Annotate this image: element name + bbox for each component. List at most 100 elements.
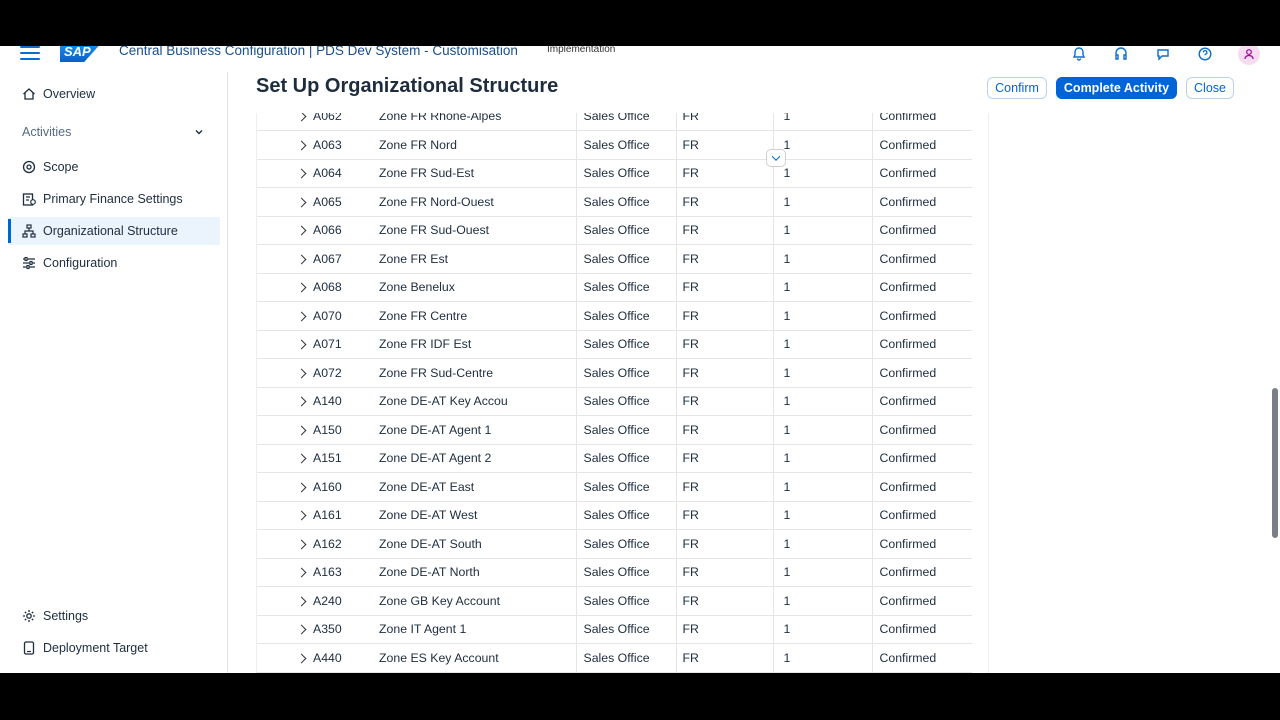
chevron-right-icon[interactable] — [296, 140, 307, 151]
chevron-right-icon[interactable] — [296, 624, 307, 635]
sidebar-item-deployment-target[interactable]: Deployment Target — [8, 634, 220, 662]
chevron-down-icon — [195, 130, 203, 135]
cell-status: Confirmed — [872, 113, 972, 131]
table-row[interactable]: A067 Zone FR Est Sales Office FR 1 Confirmed — [257, 244, 972, 274]
table-row[interactable]: A065 Zone FR Nord-Ouest Sales Office FR 1 Con… — [257, 187, 972, 217]
page-scrollbar[interactable] — [1272, 388, 1278, 538]
cell-status: Confirmed — [872, 615, 972, 644]
table-row[interactable]: A162 Zone DE-AT South Sales Office FR 1 Confi… — [257, 529, 972, 559]
cell-level: 1 — [773, 444, 873, 473]
chevron-right-icon[interactable] — [296, 453, 307, 464]
sidebar-item-overview[interactable]: Overview — [8, 80, 220, 108]
user-icon[interactable] — [1238, 46, 1260, 65]
cell-level: 1 — [773, 472, 873, 502]
cell-status: Confirmed — [872, 244, 972, 274]
cell-status: Confirmed — [872, 558, 972, 587]
cell-level: 1 — [773, 273, 873, 302]
cell-country: FR — [676, 130, 774, 160]
chevron-right-icon[interactable] — [296, 282, 307, 293]
confirm-button[interactable]: Confirm — [987, 77, 1047, 99]
cell-id: A160 — [313, 472, 373, 502]
chevron-right-icon[interactable] — [296, 168, 307, 179]
chevron-right-icon[interactable] — [296, 113, 307, 122]
table-row[interactable]: A064 Zone FR Sud-Est Sales Office FR 1 Confir… — [257, 159, 972, 188]
chevron-right-icon[interactable] — [296, 653, 307, 664]
menu-icon[interactable] — [20, 46, 40, 60]
table-row[interactable]: A151 Zone DE-AT Agent 2 Sales Office FR 1 Con… — [257, 444, 972, 473]
sidebar-item-label: Deployment Target — [43, 641, 148, 655]
chevron-right-icon[interactable] — [296, 311, 307, 322]
cell-country: FR — [676, 358, 774, 388]
table-row[interactable]: A440 Zone ES Key Account Sales Office FR 1 Co… — [257, 643, 972, 673]
sidebar: Overview Activities Scope Primary Financ… — [0, 72, 228, 673]
cell-country: FR — [676, 615, 774, 644]
cell-name: Zone IT Agent 1 — [373, 615, 577, 644]
bell-icon[interactable] — [1070, 46, 1088, 63]
cell-id: A071 — [313, 330, 373, 359]
chevron-right-icon[interactable] — [296, 339, 307, 350]
sidebar-item-label: Scope — [43, 160, 79, 174]
table-row[interactable]: A063 Zone FR Nord Sales Office FR 1 Confirmed — [257, 130, 972, 160]
sidebar-item-primary-finance-settings[interactable]: Primary Finance Settings — [8, 185, 220, 213]
finance-icon — [22, 192, 36, 206]
sidebar-item-scope[interactable]: Scope — [8, 153, 220, 181]
chevron-right-icon[interactable] — [296, 482, 307, 493]
cell-type: Sales Office — [576, 187, 677, 217]
chevron-right-icon[interactable] — [296, 510, 307, 521]
table-row[interactable]: A140 Zone DE-AT Key Accou Sales Office FR 1 C… — [257, 387, 972, 416]
sidebar-item-settings[interactable]: Settings — [8, 602, 220, 630]
scroll-down-button[interactable] — [766, 149, 786, 167]
cell-country: FR — [676, 330, 774, 359]
chevron-down-icon — [771, 152, 781, 161]
cell-type: Sales Office — [576, 529, 677, 559]
sidebar-item-label: Configuration — [43, 256, 118, 270]
cell-name: Zone ES Key Account — [373, 643, 577, 673]
table-row[interactable]: A161 Zone DE-AT West Sales Office FR 1 Confir… — [257, 501, 972, 530]
complete-activity-button[interactable]: Complete Activity — [1055, 77, 1178, 99]
table-row[interactable]: A160 Zone DE-AT East Sales Office FR 1 Confir… — [257, 472, 972, 502]
chevron-right-icon[interactable] — [296, 225, 307, 236]
cell-type: Sales Office — [576, 159, 677, 188]
page-title: Set Up Organizational Structure — [256, 75, 559, 97]
table-row[interactable]: A066 Zone FR Sud-Ouest Sales Office FR 1 Conf… — [257, 216, 972, 245]
org-structure-table[interactable]: A062 Zone FR Rhône-Alpes Sales Office FR… — [256, 113, 989, 673]
sap-logo[interactable]: SAP — [60, 46, 104, 62]
chevron-right-icon[interactable] — [296, 254, 307, 265]
cell-level: 1 — [773, 113, 873, 131]
help-icon[interactable] — [1196, 46, 1214, 63]
table-row[interactable]: A072 Zone FR Sud-Centre Sales Office FR 1 Con… — [257, 358, 972, 388]
chevron-right-icon[interactable] — [296, 539, 307, 550]
header-actions: Confirm Complete Activity Close — [987, 77, 1234, 99]
chat-icon[interactable] — [1154, 46, 1172, 63]
cell-name: Zone FR Centre — [373, 301, 577, 331]
sidebar-group-activities[interactable]: Activities — [8, 120, 220, 144]
table-row[interactable]: A350 Zone IT Agent 1 Sales Office FR 1 Confir… — [257, 615, 972, 644]
chevron-right-icon[interactable] — [296, 596, 307, 607]
table-row[interactable]: A071 Zone FR IDF Est Sales Office FR 1 Confir… — [257, 330, 972, 359]
table-row[interactable]: A068 Zone Benelux Sales Office FR 1 Confirmed — [257, 273, 972, 302]
cell-type: Sales Office — [576, 113, 677, 131]
sidebar-item-label: Organizational Structure — [43, 224, 178, 238]
chevron-right-icon[interactable] — [296, 425, 307, 436]
close-button[interactable]: Close — [1186, 77, 1234, 99]
cell-status: Confirmed — [872, 130, 972, 160]
table-row[interactable]: A070 Zone FR Centre Sales Office FR 1 Confirm… — [257, 301, 972, 331]
chevron-right-icon[interactable] — [296, 368, 307, 379]
cell-status: Confirmed — [872, 273, 972, 302]
chevron-right-icon[interactable] — [296, 197, 307, 208]
cell-type: Sales Office — [576, 643, 677, 673]
cell-name: Zone Benelux — [373, 273, 577, 302]
headset-icon[interactable] — [1112, 46, 1130, 63]
chevron-right-icon[interactable] — [296, 567, 307, 578]
sidebar-item-configuration[interactable]: Configuration — [8, 249, 220, 277]
table-row[interactable]: A163 Zone DE-AT North Sales Office FR 1 Confi… — [257, 558, 972, 587]
sidebar-item-organizational-structure[interactable]: Organizational Structure — [8, 217, 220, 245]
table-row[interactable]: A062 Zone FR Rhône-Alpes Sales Office FR… — [257, 113, 972, 131]
table-row[interactable]: A240 Zone GB Key Account Sales Office FR 1 Co… — [257, 586, 972, 616]
app-title[interactable]: Central Business Configuration | PDS Dev… — [119, 46, 518, 58]
chevron-right-icon[interactable] — [296, 396, 307, 407]
cell-status: Confirmed — [872, 529, 972, 559]
table-row[interactable]: A150 Zone DE-AT Agent 1 Sales Office FR 1 Con… — [257, 415, 972, 445]
main-content: Set Up Organizational Structure Confirm … — [229, 72, 1280, 673]
cell-level: 1 — [773, 358, 873, 388]
